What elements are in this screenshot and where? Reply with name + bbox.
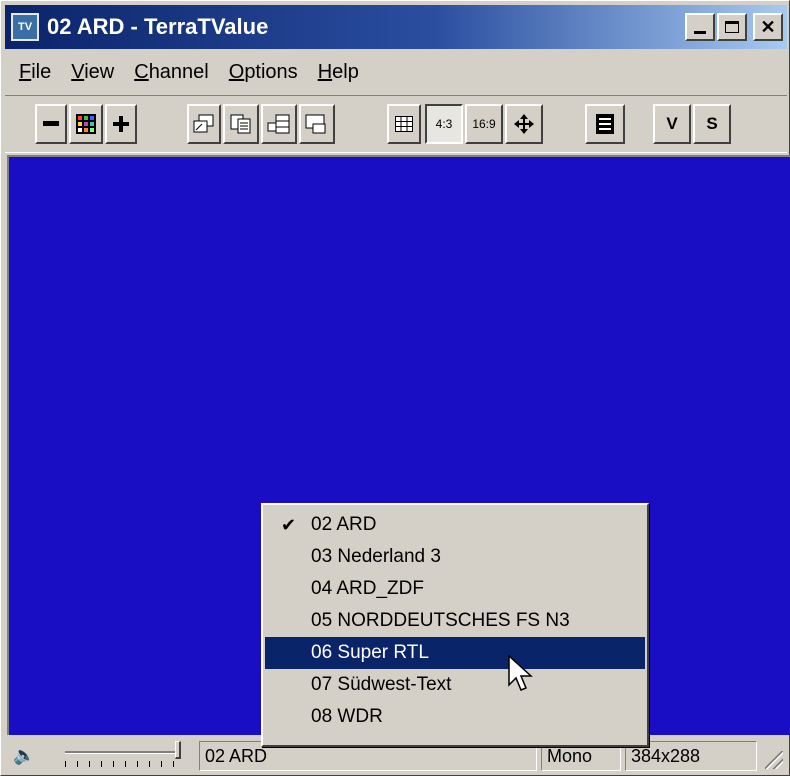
move-button[interactable] [505,104,543,144]
checkmark-icon: ✔ [281,515,297,535]
channel-item-label: 06 Super RTL [311,642,429,663]
color-grid-icon [76,114,96,134]
video-capture-icon [305,114,326,134]
title-bar[interactable]: TV 02 ARD - TerraTValue ✕ [5,5,787,49]
aspect-4-3-button[interactable]: 4:3 [425,104,463,144]
channel-item-06-super-rtl[interactable]: 06 Super RTL [265,637,645,669]
minimize-icon [694,31,706,34]
aspect-16-9-button[interactable]: 16:9 [465,104,503,144]
channel-grid-button[interactable] [69,104,103,144]
plus-icon [113,116,129,132]
copy-button[interactable] [223,104,259,144]
tv-app-icon[interactable]: TV [11,13,39,41]
maximize-icon [725,21,739,33]
channel-item-label: 05 NORDDEUTSCHES FS N3 [311,610,570,631]
menu-help[interactable]: Help [316,59,361,86]
menu-channel[interactable]: Channel [132,59,211,86]
s-button[interactable]: S [693,104,731,144]
channel-item-label: 03 Nederland 3 [311,546,441,567]
resize-grip-icon[interactable] [765,751,783,769]
snapshot-icon [193,114,214,133]
channel-context-menu: ✔ 02 ARD 03 Nederland 3 04 ARD_ZDF 05 NO… [261,503,649,747]
channel-item-05-norddeutsches[interactable]: 05 NORDDEUTSCHES FS N3 [265,605,645,637]
speaker-icon[interactable]: 🔈 [13,745,35,766]
teletext-button[interactable] [585,104,625,144]
channel-item-label: 02 ARD [311,514,377,535]
volume-slider[interactable] [61,741,185,771]
toolbar: 4:3 16:9 V S [5,95,787,153]
volume-slider-track [65,751,177,754]
channel-item-07-suedwest-text[interactable]: 07 Südwest-Text [265,669,645,701]
channel-item-08-wdr[interactable]: 08 WDR [265,701,645,733]
mouse-pointer-icon [508,655,533,691]
volume-slider-thumb[interactable] [175,741,181,759]
grid-icon [395,116,413,132]
move-arrows-icon [514,114,534,134]
v-button[interactable]: V [653,104,691,144]
copy-icon [230,114,251,134]
channel-item-04-ard-zdf[interactable]: 04 ARD_ZDF [265,573,645,605]
channel-down-button[interactable] [35,104,67,144]
video-capture-button[interactable] [299,104,335,144]
teletext-icon [596,114,614,134]
minus-icon [43,121,59,126]
record-button[interactable] [261,104,297,144]
volume-slider-ticks [65,761,177,767]
menu-options[interactable]: Options [227,59,300,86]
film-icon [267,114,290,134]
menu-view[interactable]: View [69,59,116,86]
channel-item-label: 04 ARD_ZDF [311,578,424,599]
minimize-button[interactable] [685,13,715,41]
channel-item-label: 08 WDR [311,706,383,727]
close-button[interactable]: ✕ [753,13,783,41]
fullscreen-button[interactable] [387,104,421,144]
window-title: 02 ARD - TerraTValue [47,14,269,39]
maximize-button[interactable] [717,13,747,41]
window-controls: ✕ [685,13,783,41]
menu-file[interactable]: File [17,59,53,86]
channel-item-label: 07 Südwest-Text [311,674,452,695]
snapshot-button[interactable] [187,104,221,144]
channel-item-02-ard[interactable]: ✔ 02 ARD [265,509,645,541]
channel-item-03-nederland-3[interactable]: 03 Nederland 3 [265,541,645,573]
menu-bar: File View Channel Options Help [5,53,787,91]
channel-up-button[interactable] [105,104,137,144]
close-icon: ✕ [760,16,776,37]
